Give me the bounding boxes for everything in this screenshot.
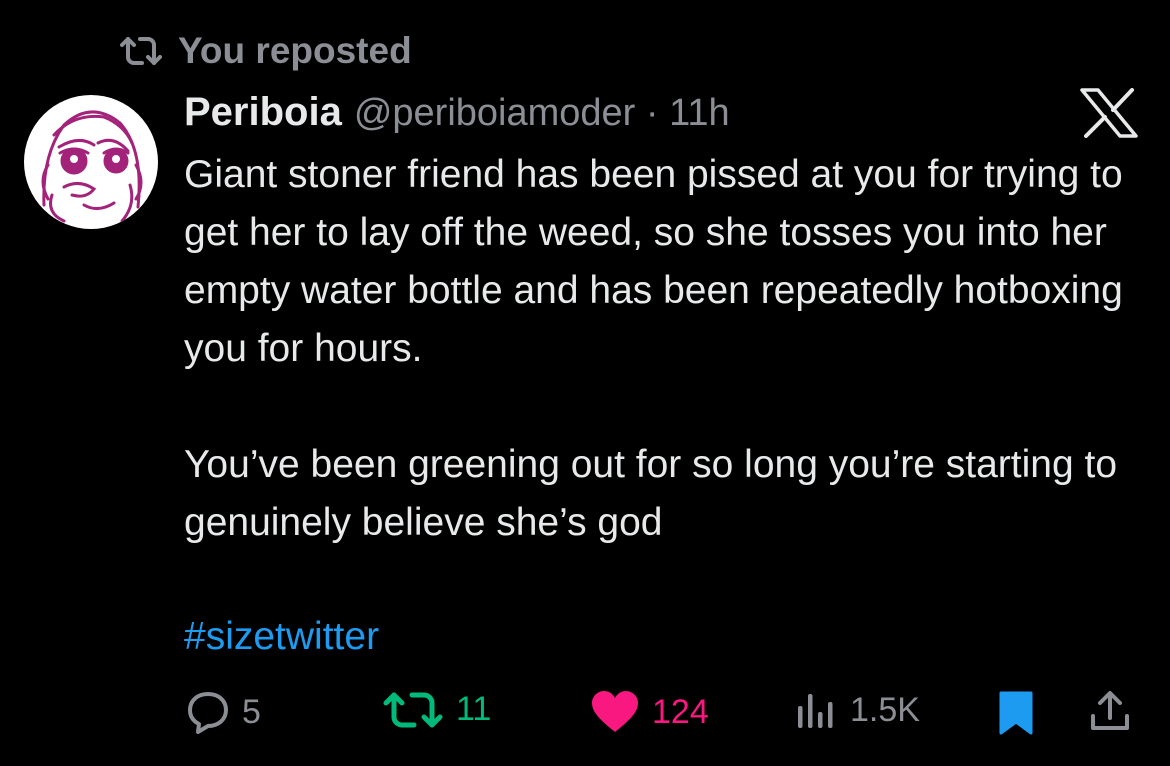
like-count: 124 — [652, 692, 709, 731]
x-logo-icon — [1080, 88, 1138, 143]
like-icon — [590, 690, 640, 734]
reply-icon — [186, 690, 230, 734]
views-button[interactable]: 1.5K — [796, 690, 920, 730]
bookmark-icon — [998, 690, 1034, 736]
author-name[interactable]: Periboia — [184, 90, 342, 135]
views-count: 1.5K — [850, 690, 920, 729]
repost-count: 11 — [456, 690, 492, 728]
like-button[interactable]: 124 — [590, 690, 709, 734]
bookmark-button[interactable] — [998, 690, 1034, 736]
repost-icon — [382, 691, 444, 729]
share-button[interactable] — [1088, 690, 1132, 734]
tweet-paragraph-1: Giant stoner friend has been pissed at y… — [184, 153, 1123, 370]
repost-context: You reposted — [118, 30, 412, 72]
share-icon — [1088, 690, 1132, 734]
author-handle-time[interactable]: @periboiamoder · 11h — [354, 92, 730, 135]
tweet-text: Giant stoner friend has been pissed at y… — [184, 146, 1144, 552]
repost-button[interactable]: 11 — [382, 690, 491, 729]
avatar[interactable] — [24, 95, 158, 229]
hashtag-link[interactable]: #sizetwitter — [184, 608, 379, 666]
reply-count: 5 — [242, 692, 261, 731]
reply-button[interactable]: 5 — [186, 690, 261, 734]
repost-context-icon — [118, 35, 164, 67]
tweet-header: Periboia @periboiamoder · 11h — [184, 90, 730, 135]
repost-context-label: You reposted — [178, 30, 412, 71]
views-icon — [796, 690, 838, 730]
action-bar: 5 11 124 1.5K — [0, 690, 1170, 740]
tweet-paragraph-2: You’ve been greening out for so long you… — [184, 443, 1118, 544]
